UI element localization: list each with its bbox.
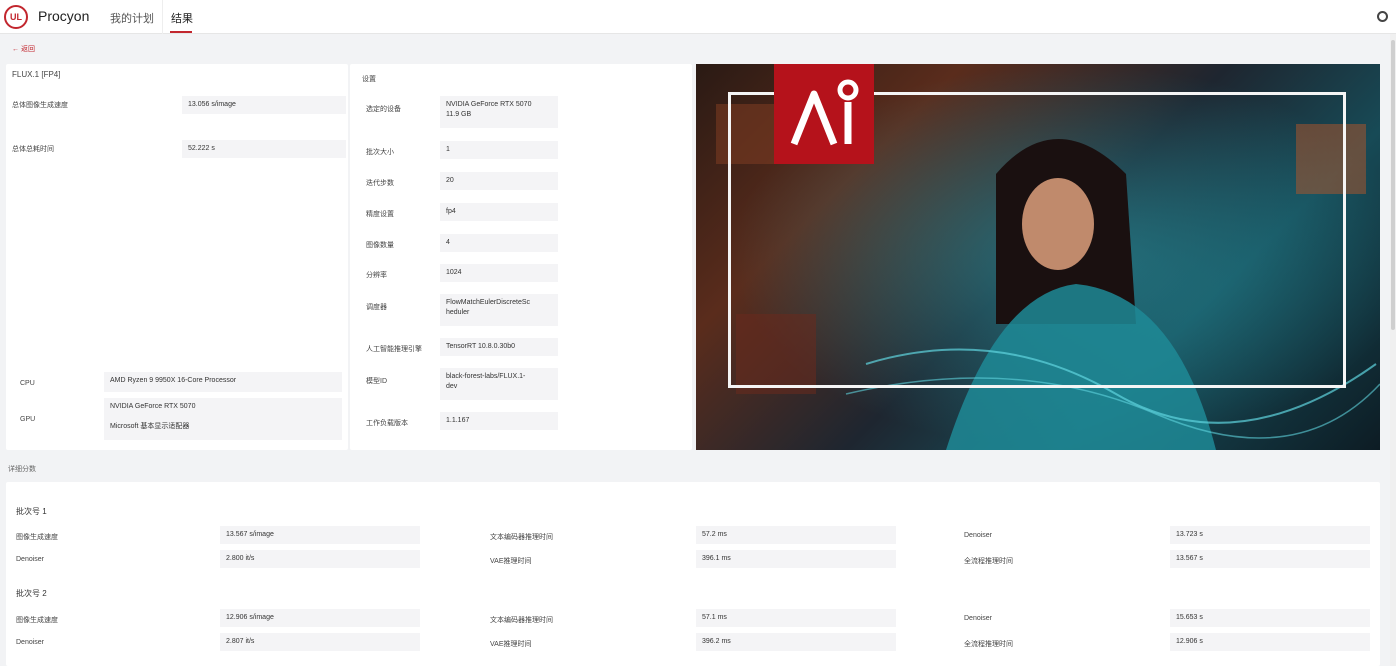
top-nav-bar: UL Procyon 我的计划 结果 bbox=[0, 0, 1396, 34]
setting-label: 人工智能推理引擎 bbox=[366, 346, 422, 353]
hardware-label: CPU bbox=[20, 380, 35, 387]
setting-value-line: 11.9 GB bbox=[446, 111, 472, 118]
score-label: Denoiser bbox=[964, 532, 993, 539]
score-value: 2.800 it/s bbox=[220, 550, 420, 568]
setting-label: 图像数量 bbox=[366, 242, 394, 249]
score-label: 文本编码器推理时间 bbox=[490, 617, 553, 624]
back-label: 返回 bbox=[20, 46, 35, 53]
setting-label: 分辨率 bbox=[366, 272, 387, 279]
score-label: 图像生成速度 bbox=[16, 617, 58, 624]
hardware-value: NVIDIA GeForce RTX 5070 Microsoft 基本显示适配… bbox=[104, 398, 342, 440]
score-label: Denoiser bbox=[16, 556, 45, 563]
benchmark-summary-card: FLUX.1 [FP4] 总体图像生成速度 13.056 s/image 总体总… bbox=[6, 64, 348, 450]
setting-value: 1.1.167 bbox=[440, 412, 558, 430]
ai-mark-icon bbox=[774, 64, 874, 164]
score-value: 13.723 s bbox=[1170, 526, 1370, 544]
setting-value: black-forest-labs/FLUX.1- dev bbox=[440, 368, 558, 400]
score-label: 全流程推理时间 bbox=[964, 558, 1013, 565]
score-label: 图像生成速度 bbox=[16, 534, 58, 541]
ul-logo[interactable]: UL bbox=[4, 5, 28, 29]
score-label: 文本编码器推理时间 bbox=[490, 534, 553, 541]
setting-value-line: FlowMatchEulerDiscreteSc bbox=[446, 299, 531, 306]
score-label: VAE推理时间 bbox=[490, 641, 532, 648]
metric-value: 52.222 s bbox=[182, 140, 346, 158]
metric-label: 总体总耗时间 bbox=[12, 146, 54, 153]
setting-value: TensorRT 10.8.0.30b0 bbox=[440, 338, 558, 356]
score-value: 57.2 ms bbox=[696, 526, 896, 544]
hardware-value: AMD Ryzen 9 9950X 16-Core Processor bbox=[104, 372, 342, 392]
score-value: 13.567 s bbox=[1170, 550, 1370, 568]
score-value: 2.807 it/s bbox=[220, 633, 420, 651]
score-label: Denoiser bbox=[16, 639, 45, 646]
benchmark-title: FLUX.1 [FP4] bbox=[12, 70, 61, 79]
tab-results[interactable]: 结果 bbox=[171, 10, 193, 26]
active-tab-indicator bbox=[170, 31, 192, 33]
batch-title: 批次号 2 bbox=[16, 589, 47, 598]
setting-value: 1024 bbox=[440, 264, 558, 282]
scrollbar-thumb[interactable] bbox=[1391, 40, 1395, 330]
gpu-name: NVIDIA GeForce RTX 5070 bbox=[110, 403, 196, 410]
setting-label: 选定的设备 bbox=[366, 106, 401, 113]
score-value: 12.906 s bbox=[1170, 633, 1370, 651]
back-link[interactable]: ← 返回 bbox=[12, 44, 35, 54]
setting-label: 工作负载版本 bbox=[366, 420, 408, 427]
setting-value-line: heduler bbox=[446, 309, 470, 316]
batch-title: 批次号 1 bbox=[16, 507, 47, 516]
setting-value-line: dev bbox=[446, 383, 458, 390]
score-value: 13.567 s/image bbox=[220, 526, 420, 544]
score-value: 12.906 s/image bbox=[220, 609, 420, 627]
score-value: 57.1 ms bbox=[696, 609, 896, 627]
setting-label: 批次大小 bbox=[366, 149, 394, 156]
score-label: VAE推理时间 bbox=[490, 558, 532, 565]
settings-card: 设置 选定的设备 NVIDIA GeForce RTX 5070 11.9 GB… bbox=[350, 64, 692, 450]
score-value: 396.2 ms bbox=[696, 633, 896, 651]
gpu-secondary: Microsoft 基本显示适配器 bbox=[110, 423, 190, 430]
setting-value: fp4 bbox=[440, 203, 558, 221]
brand-name: Procyon bbox=[38, 8, 90, 24]
nav-divider bbox=[162, 0, 163, 34]
setting-value: 4 bbox=[440, 234, 558, 252]
detail-section-title: 详细分数 bbox=[8, 466, 36, 473]
score-value: 396.1 ms bbox=[696, 550, 896, 568]
setting-label: 精度设置 bbox=[366, 211, 394, 218]
setting-value: 20 bbox=[440, 172, 558, 190]
score-value: 15.653 s bbox=[1170, 609, 1370, 627]
setting-value: 1 bbox=[440, 141, 558, 159]
setting-label: 迭代步数 bbox=[366, 180, 394, 187]
settings-icon[interactable] bbox=[1377, 11, 1388, 22]
metric-value: 13.056 s/image bbox=[182, 96, 346, 114]
setting-label: 模型ID bbox=[366, 378, 387, 385]
metric-label: 总体图像生成速度 bbox=[12, 102, 68, 109]
ai-symbol bbox=[790, 79, 859, 146]
setting-label: 调度器 bbox=[366, 304, 387, 311]
benchmark-hero-image bbox=[696, 64, 1380, 450]
score-label: Denoiser bbox=[964, 615, 993, 622]
setting-value: FlowMatchEulerDiscreteSc heduler bbox=[440, 294, 558, 326]
setting-value-line: black-forest-labs/FLUX.1- bbox=[446, 373, 526, 380]
tab-my-plans[interactable]: 我的计划 bbox=[110, 10, 154, 26]
settings-title: 设置 bbox=[362, 76, 376, 83]
detail-scores-card: 批次号 1 图像生成速度 13.567 s/image 文本编码器推理时间 57… bbox=[6, 482, 1380, 666]
setting-value-line: NVIDIA GeForce RTX 5070 bbox=[446, 101, 532, 108]
setting-value: NVIDIA GeForce RTX 5070 11.9 GB bbox=[440, 96, 558, 128]
score-label: 全流程推理时间 bbox=[964, 641, 1013, 648]
arrow-left-icon: ← bbox=[12, 46, 21, 53]
hardware-label: GPU bbox=[20, 416, 36, 423]
